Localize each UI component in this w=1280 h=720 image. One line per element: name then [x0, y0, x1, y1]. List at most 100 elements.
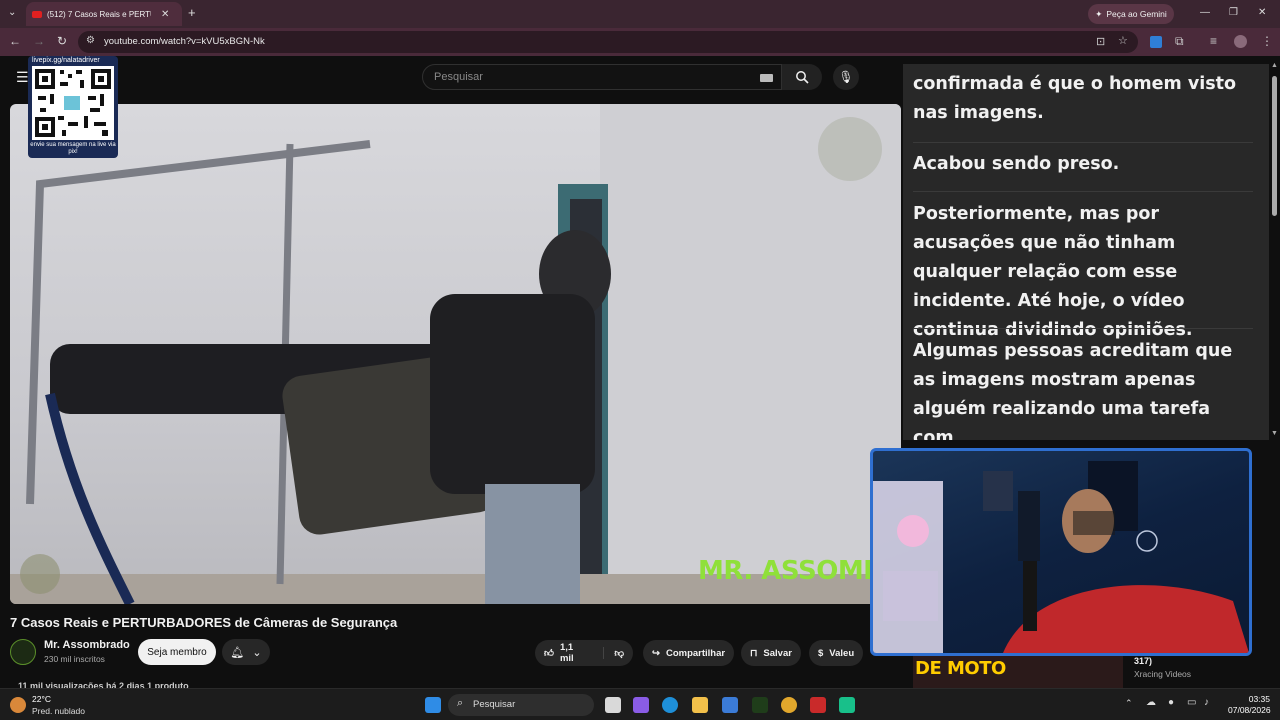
video-player[interactable]: MR. ASSOMBRAD	[10, 104, 901, 604]
mail-icon[interactable]	[722, 697, 738, 713]
recommended-channel-name[interactable]: Xracing Videos	[1134, 669, 1191, 679]
bookmark-icon: ⊓	[750, 647, 758, 659]
search-button[interactable]	[782, 64, 822, 90]
dislike-icon[interactable]: 👎︎	[603, 647, 624, 659]
clock-date: 07/08/2026	[1228, 705, 1271, 715]
microphone-tray-icon[interactable]: ●	[1168, 697, 1174, 708]
transcript-segment[interactable]: Posteriormente, mas por acusações que nã…	[913, 200, 1253, 345]
streamer-webcam-overlay	[870, 448, 1252, 656]
taskbar-search[interactable]: ⌕ Pesquisar	[448, 694, 594, 716]
transcript-segment[interactable]: confirmada é que o homem visto nas image…	[913, 70, 1253, 128]
hamburger-menu-icon[interactable]: ☰	[16, 69, 29, 86]
nvidia-icon[interactable]	[752, 697, 768, 713]
search-icon	[796, 71, 809, 84]
thanks-label: Valeu	[829, 647, 855, 659]
onedrive-icon[interactable]: ☁	[1146, 697, 1156, 708]
video-frame	[10, 104, 901, 604]
scrollbar-thumb[interactable]	[1272, 76, 1277, 216]
microphone-icon: 🎙	[838, 70, 854, 84]
browser-tab[interactable]: (512) 7 Casos Reais e PERTU ✕	[26, 2, 182, 26]
join-button[interactable]: Seja membro	[138, 639, 216, 665]
divider	[913, 328, 1253, 329]
bookmark-star-icon[interactable]: ☆	[1118, 34, 1128, 47]
transcript-segment[interactable]: Algumas pessoas acreditam que as imagens…	[913, 337, 1253, 440]
windows-start-icon[interactable]	[425, 697, 441, 713]
divider	[913, 142, 1253, 143]
gemini-label: Peça ao Gemini	[1106, 9, 1167, 19]
tray-overflow-icon[interactable]: ⌃	[1125, 698, 1133, 709]
system-clock[interactable]: 03:35 07/08/2026	[1228, 694, 1271, 716]
gemini-icon: ✦	[1095, 8, 1103, 19]
weather-temperature[interactable]: 22°C	[32, 694, 51, 704]
notification-bell-button[interactable]: 🔔︎ ⌄	[222, 639, 270, 665]
scroll-up-icon[interactable]: ▲	[1271, 62, 1278, 69]
tab-search-icon[interactable]: ⌄	[8, 7, 16, 18]
taskbar-search-icon: ⌕	[457, 697, 464, 709]
like-count[interactable]: 1,1 mil	[560, 642, 589, 664]
extensions-puzzle-icon[interactable]: ⧉	[1175, 34, 1184, 49]
transcript-segment[interactable]: Acabou sendo preso.	[913, 150, 1253, 179]
task-view-icon[interactable]	[605, 697, 621, 713]
search-input[interactable]: Pesquisar	[422, 64, 782, 90]
maximize-icon[interactable]: ❐	[1229, 7, 1238, 18]
transcript-panel[interactable]: confirmada é que o homem visto nas image…	[903, 64, 1269, 440]
channel-subscribers: 230 mil inscritos	[44, 654, 105, 664]
channel-name[interactable]: Mr. Assombrado	[44, 639, 130, 651]
chevron-down-icon: ⌄	[252, 646, 262, 659]
new-tab-icon[interactable]: +	[188, 5, 196, 20]
recommended-thumbnail-text: DE MOTO	[915, 658, 1006, 679]
back-icon[interactable]: ←	[9, 34, 21, 48]
webcam-image	[873, 461, 1249, 653]
save-button[interactable]: ⊓ Salvar	[741, 640, 801, 666]
channel-avatar[interactable]	[10, 639, 36, 665]
file-explorer-icon[interactable]	[692, 697, 708, 713]
network-icon[interactable]: ▭	[1187, 697, 1196, 708]
like-icon[interactable]: 👍︎	[544, 647, 554, 659]
app-icon[interactable]	[839, 697, 855, 713]
site-info-icon[interactable]: ⚙	[86, 35, 95, 46]
recommended-video-thumbnail[interactable]: DE MOTO	[913, 656, 1123, 688]
keyboard-icon[interactable]	[760, 74, 773, 82]
recommended-video-title[interactable]: 317)	[1134, 656, 1152, 666]
media-control-icon[interactable]: ≡	[1210, 34, 1217, 48]
chrome-icon[interactable]	[781, 697, 797, 713]
video-title: 7 Casos Reais e PERTURBADORES de Câmeras…	[10, 615, 398, 630]
omnibox[interactable]: ⚙ youtube.com/watch?v=kVU5xBGN-Nk ⊡ ☆	[78, 31, 1138, 53]
livepix-qr-overlay: livepix.gg/nalatadriver envie sua mensag…	[28, 56, 118, 158]
tab-close-icon[interactable]: ✕	[161, 9, 169, 20]
clock-time: 03:35	[1248, 694, 1270, 704]
thanks-button[interactable]: $ Valeu	[809, 640, 864, 666]
edge-icon[interactable]	[662, 697, 678, 713]
search-placeholder: Pesquisar	[434, 71, 483, 83]
youtube-page: ☰ Pesquisar 🎙 MR. ASSOMBRAD l	[0, 56, 1280, 691]
close-window-icon[interactable]: ✕	[1258, 7, 1266, 18]
like-dislike-group: 👍︎ 1,1 mil 👎︎	[535, 640, 633, 666]
volume-icon[interactable]: ♪	[1204, 697, 1209, 708]
install-app-icon[interactable]: ⊡	[1096, 35, 1105, 48]
url-text[interactable]: youtube.com/watch?v=kVU5xBGN-Nk	[104, 36, 265, 47]
taskbar-search-label: Pesquisar	[473, 699, 516, 710]
share-button[interactable]: ↪ Compartilhar	[643, 640, 735, 666]
qr-code-icon	[32, 66, 114, 140]
voice-search-button[interactable]: 🎙	[833, 64, 859, 90]
copilot-icon[interactable]	[633, 697, 649, 713]
browser-tab-bar: ⌄ (512) 7 Casos Reais e PERTU ✕ + ✦ Peça…	[0, 0, 1280, 28]
bell-icon: 🔔︎	[230, 646, 245, 659]
ask-gemini-button[interactable]: ✦ Peça ao Gemini	[1088, 4, 1174, 24]
share-label: Compartilhar	[665, 647, 726, 659]
qr-bottom-text: envie sua mensagem na live via pix!	[30, 142, 116, 155]
minimize-icon[interactable]: —	[1200, 7, 1210, 18]
profile-avatar[interactable]	[1234, 35, 1247, 48]
qr-top-text: livepix.gg/nalatadriver	[32, 57, 100, 64]
save-label: Salvar	[763, 647, 792, 659]
menu-dots-icon[interactable]: ⋮	[1261, 34, 1273, 48]
reload-icon[interactable]: ↻	[57, 34, 67, 48]
scroll-down-icon[interactable]: ▼	[1271, 430, 1278, 437]
forward-icon[interactable]: →	[33, 34, 45, 48]
weather-icon[interactable]	[10, 697, 26, 713]
tab-title: (512) 7 Casos Reais e PERTU	[47, 9, 151, 19]
extension-s-icon[interactable]	[1150, 36, 1162, 48]
weather-description[interactable]: Pred. nublado	[32, 706, 85, 716]
streaming-app-icon[interactable]	[810, 697, 826, 713]
youtube-favicon-icon	[32, 10, 42, 18]
